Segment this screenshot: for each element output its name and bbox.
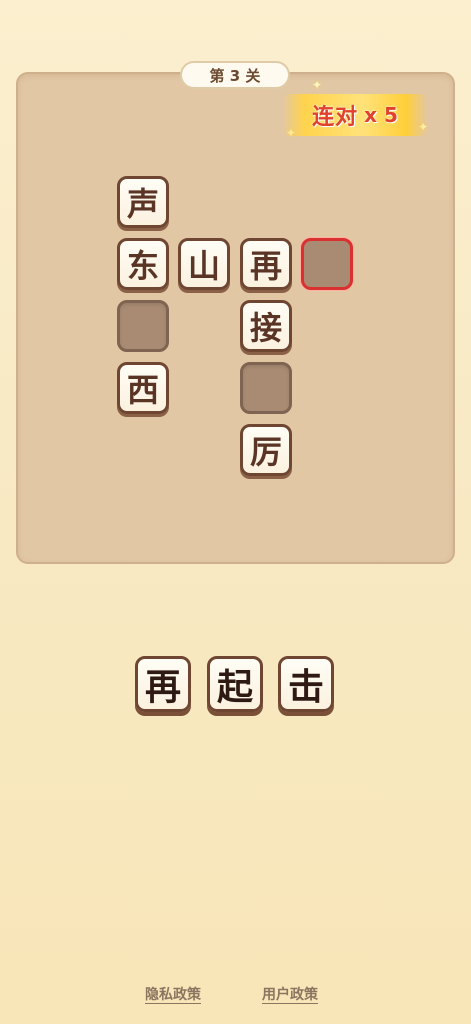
tile-r3c2-blank[interactable] [240, 362, 292, 414]
tile-r2c2: 接 [240, 300, 292, 352]
tile-r0c0: 声 [117, 176, 169, 228]
tile-r1c3-selected-blank[interactable] [301, 238, 353, 290]
tile-r2c0-blank[interactable] [117, 300, 169, 352]
game-board [16, 72, 455, 564]
option-tile-2[interactable]: 起 [207, 656, 263, 712]
combo-count: x 5 [364, 103, 398, 127]
level-indicator: 第 3 关 [180, 61, 290, 89]
sparkle-icon: ✦ [312, 78, 323, 92]
option-tile-1[interactable]: 再 [135, 656, 191, 712]
tile-r1c1: 山 [178, 238, 230, 290]
tile-r4c2: 厉 [240, 424, 292, 476]
combo-label: 连对 [312, 105, 359, 130]
option-tile-3[interactable]: 击 [278, 656, 334, 712]
privacy-policy-link[interactable]: 隐私政策 [145, 984, 201, 1004]
tile-r1c2: 再 [240, 238, 292, 290]
tile-r3c0: 西 [117, 362, 169, 414]
user-policy-link[interactable]: 用户政策 [262, 984, 318, 1004]
tile-r1c0: 东 [117, 238, 169, 290]
combo-banner: 连对 x 5 [282, 94, 428, 136]
